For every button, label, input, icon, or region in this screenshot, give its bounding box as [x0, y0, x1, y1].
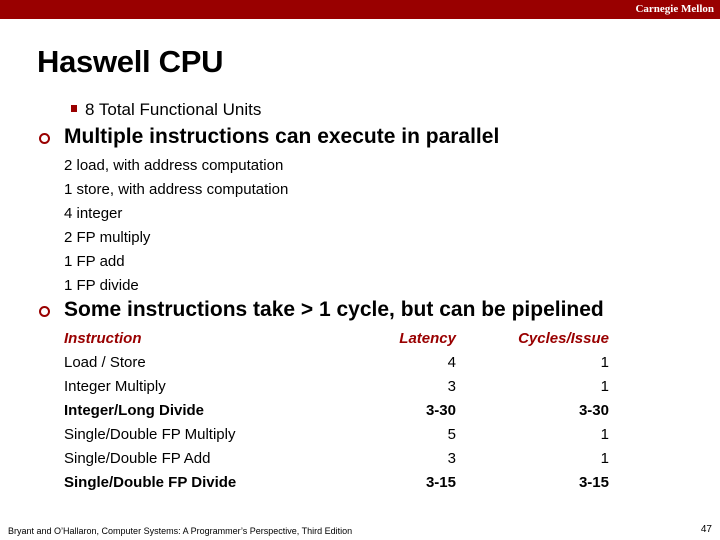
table-row: Single/Double FP Multiply 5 1 [64, 423, 609, 447]
table-row: Integer/Long Divide 3-30 3-30 [64, 399, 609, 423]
header-latency: Latency [399, 330, 456, 347]
cell-cycles: 1 [600, 378, 609, 395]
cell-latency: 3 [447, 450, 456, 467]
cell-latency: 3-30 [425, 402, 456, 419]
header-bar: Carnegie Mellon [0, 0, 720, 19]
cell-instruction: Single/Double FP Divide [64, 474, 237, 491]
bullet-text: Some instructions take > 1 cycle, but ca… [64, 298, 604, 321]
cell-cycles: 1 [600, 426, 609, 443]
square-bullet-icon [71, 105, 77, 112]
sub-bullet: 8 Total Functional Units [71, 100, 262, 120]
cell-latency: 3 [447, 378, 456, 395]
latency-table: Instruction Latency Cycles/Issue Load / … [64, 327, 609, 495]
cell-cycles: 3-30 [578, 402, 609, 419]
list-item: 1 FP divide [64, 277, 139, 294]
cell-instruction: Load / Store [64, 354, 146, 371]
list-item: 4 integer [64, 205, 123, 222]
footer-citation: Bryant and O’Hallaron, Computer Systems:… [8, 526, 353, 536]
header-instruction: Instruction [64, 330, 142, 347]
table-row: Integer Multiply 3 1 [64, 375, 609, 399]
list-item: 2 FP multiply [64, 229, 151, 246]
header-cycles: Cycles/Issue [518, 330, 609, 347]
cell-cycles: 1 [600, 354, 609, 371]
cell-instruction: Single/Double FP Add [64, 450, 211, 467]
sub-bullet-text: 8 Total Functional Units [85, 100, 262, 119]
cell-cycles: 1 [600, 450, 609, 467]
cell-cycles: 3-15 [578, 474, 609, 491]
cell-latency: 5 [447, 426, 456, 443]
cell-latency: 3-15 [425, 474, 456, 491]
cell-instruction: Integer Multiply [64, 378, 166, 395]
table-row: Single/Double FP Add 3 1 [64, 447, 609, 471]
slide-title: Haswell CPU [37, 44, 224, 79]
list-item: 2 load, with address computation [64, 157, 284, 174]
table-row: Single/Double FP Divide 3-15 3-15 [64, 471, 609, 495]
cell-latency: 4 [447, 354, 456, 371]
circle-bullet-icon [39, 133, 50, 144]
bullet-pipelined: Some instructions take > 1 cycle, but ca… [39, 298, 604, 322]
bullet-parallel: Multiple instructions can execute in par… [39, 125, 500, 149]
cell-instruction: Integer/Long Divide [64, 402, 205, 419]
table-header: Instruction Latency Cycles/Issue [64, 327, 609, 351]
list-item: 1 store, with address computation [64, 181, 289, 198]
page-number: 47 [700, 524, 712, 535]
circle-bullet-icon [39, 306, 50, 317]
units-list: 2 load, with address computation 1 store… [64, 154, 288, 298]
cell-instruction: Single/Double FP Multiply [64, 426, 236, 443]
list-item: 1 FP add [64, 253, 125, 270]
bullet-text: Multiple instructions can execute in par… [64, 125, 500, 148]
brand-label: Carnegie Mellon [635, 3, 714, 15]
table-row: Load / Store 4 1 [64, 351, 609, 375]
